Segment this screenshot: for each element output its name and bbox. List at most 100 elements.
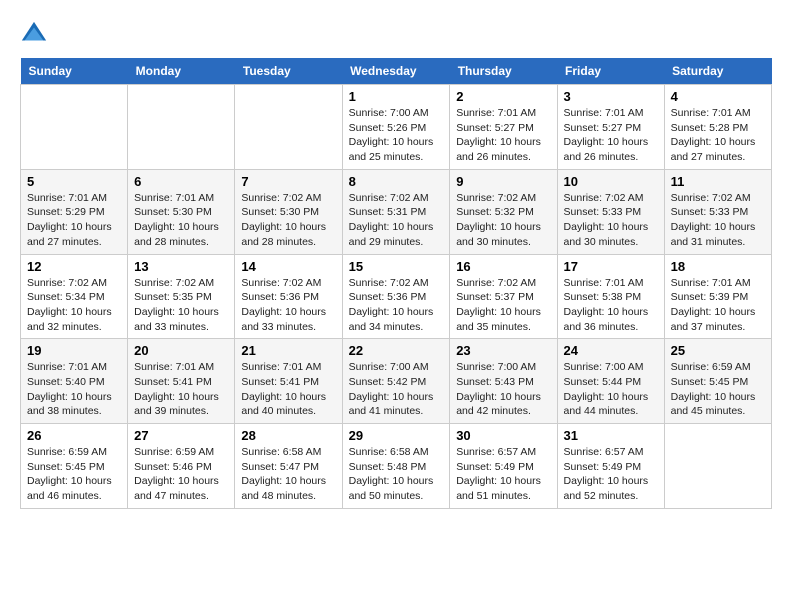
calendar-cell <box>21 85 128 170</box>
day-info: Sunrise: 6:59 AMSunset: 5:46 PMDaylight:… <box>134 445 228 504</box>
page-header <box>20 20 772 48</box>
day-info: Sunrise: 7:01 AMSunset: 5:38 PMDaylight:… <box>564 276 658 335</box>
day-info: Sunrise: 7:00 AMSunset: 5:44 PMDaylight:… <box>564 360 658 419</box>
day-info: Sunrise: 6:57 AMSunset: 5:49 PMDaylight:… <box>456 445 550 504</box>
logo <box>20 20 54 48</box>
calendar-cell: 15 Sunrise: 7:02 AMSunset: 5:36 PMDaylig… <box>342 254 450 339</box>
calendar-cell: 24 Sunrise: 7:00 AMSunset: 5:44 PMDaylig… <box>557 339 664 424</box>
day-number: 21 <box>241 343 335 358</box>
day-info: Sunrise: 7:00 AMSunset: 5:43 PMDaylight:… <box>456 360 550 419</box>
calendar-week-1: 1 Sunrise: 7:00 AMSunset: 5:26 PMDayligh… <box>21 85 772 170</box>
day-info: Sunrise: 7:02 AMSunset: 5:30 PMDaylight:… <box>241 191 335 250</box>
logo-icon <box>20 20 48 48</box>
calendar-cell: 25 Sunrise: 6:59 AMSunset: 5:45 PMDaylig… <box>664 339 771 424</box>
calendar-cell: 17 Sunrise: 7:01 AMSunset: 5:38 PMDaylig… <box>557 254 664 339</box>
calendar-week-4: 19 Sunrise: 7:01 AMSunset: 5:40 PMDaylig… <box>21 339 772 424</box>
day-number: 2 <box>456 89 550 104</box>
day-info: Sunrise: 7:02 AMSunset: 5:31 PMDaylight:… <box>349 191 444 250</box>
day-number: 8 <box>349 174 444 189</box>
calendar-cell: 11 Sunrise: 7:02 AMSunset: 5:33 PMDaylig… <box>664 169 771 254</box>
day-number: 28 <box>241 428 335 443</box>
day-info: Sunrise: 7:02 AMSunset: 5:37 PMDaylight:… <box>456 276 550 335</box>
calendar-week-2: 5 Sunrise: 7:01 AMSunset: 5:29 PMDayligh… <box>21 169 772 254</box>
calendar-cell: 8 Sunrise: 7:02 AMSunset: 5:31 PMDayligh… <box>342 169 450 254</box>
calendar-week-3: 12 Sunrise: 7:02 AMSunset: 5:34 PMDaylig… <box>21 254 772 339</box>
col-header-wednesday: Wednesday <box>342 58 450 85</box>
calendar-cell: 22 Sunrise: 7:00 AMSunset: 5:42 PMDaylig… <box>342 339 450 424</box>
day-number: 13 <box>134 259 228 274</box>
day-info: Sunrise: 7:01 AMSunset: 5:27 PMDaylight:… <box>564 106 658 165</box>
day-info: Sunrise: 7:01 AMSunset: 5:41 PMDaylight:… <box>241 360 335 419</box>
day-number: 15 <box>349 259 444 274</box>
day-number: 7 <box>241 174 335 189</box>
day-info: Sunrise: 6:59 AMSunset: 5:45 PMDaylight:… <box>27 445 121 504</box>
day-number: 3 <box>564 89 658 104</box>
day-info: Sunrise: 7:01 AMSunset: 5:41 PMDaylight:… <box>134 360 228 419</box>
day-info: Sunrise: 7:02 AMSunset: 5:35 PMDaylight:… <box>134 276 228 335</box>
col-header-monday: Monday <box>128 58 235 85</box>
day-info: Sunrise: 7:00 AMSunset: 5:26 PMDaylight:… <box>349 106 444 165</box>
day-number: 6 <box>134 174 228 189</box>
day-number: 16 <box>456 259 550 274</box>
day-info: Sunrise: 7:02 AMSunset: 5:32 PMDaylight:… <box>456 191 550 250</box>
day-number: 11 <box>671 174 765 189</box>
col-header-friday: Friday <box>557 58 664 85</box>
day-info: Sunrise: 6:58 AMSunset: 5:47 PMDaylight:… <box>241 445 335 504</box>
day-info: Sunrise: 7:01 AMSunset: 5:30 PMDaylight:… <box>134 191 228 250</box>
calendar-cell: 2 Sunrise: 7:01 AMSunset: 5:27 PMDayligh… <box>450 85 557 170</box>
day-number: 1 <box>349 89 444 104</box>
day-number: 10 <box>564 174 658 189</box>
day-number: 18 <box>671 259 765 274</box>
calendar-cell <box>128 85 235 170</box>
day-number: 19 <box>27 343 121 358</box>
calendar-cell: 19 Sunrise: 7:01 AMSunset: 5:40 PMDaylig… <box>21 339 128 424</box>
calendar-cell: 29 Sunrise: 6:58 AMSunset: 5:48 PMDaylig… <box>342 424 450 509</box>
day-info: Sunrise: 7:02 AMSunset: 5:36 PMDaylight:… <box>241 276 335 335</box>
calendar-cell: 12 Sunrise: 7:02 AMSunset: 5:34 PMDaylig… <box>21 254 128 339</box>
day-info: Sunrise: 6:57 AMSunset: 5:49 PMDaylight:… <box>564 445 658 504</box>
calendar-cell: 27 Sunrise: 6:59 AMSunset: 5:46 PMDaylig… <box>128 424 235 509</box>
day-info: Sunrise: 6:58 AMSunset: 5:48 PMDaylight:… <box>349 445 444 504</box>
day-info: Sunrise: 7:01 AMSunset: 5:29 PMDaylight:… <box>27 191 121 250</box>
day-info: Sunrise: 7:02 AMSunset: 5:33 PMDaylight:… <box>671 191 765 250</box>
calendar-header-row: SundayMondayTuesdayWednesdayThursdayFrid… <box>21 58 772 85</box>
col-header-tuesday: Tuesday <box>235 58 342 85</box>
day-info: Sunrise: 7:01 AMSunset: 5:39 PMDaylight:… <box>671 276 765 335</box>
calendar-cell: 10 Sunrise: 7:02 AMSunset: 5:33 PMDaylig… <box>557 169 664 254</box>
day-number: 4 <box>671 89 765 104</box>
day-info: Sunrise: 6:59 AMSunset: 5:45 PMDaylight:… <box>671 360 765 419</box>
col-header-sunday: Sunday <box>21 58 128 85</box>
day-info: Sunrise: 7:02 AMSunset: 5:36 PMDaylight:… <box>349 276 444 335</box>
day-number: 29 <box>349 428 444 443</box>
calendar-cell: 26 Sunrise: 6:59 AMSunset: 5:45 PMDaylig… <box>21 424 128 509</box>
day-number: 12 <box>27 259 121 274</box>
calendar-cell: 9 Sunrise: 7:02 AMSunset: 5:32 PMDayligh… <box>450 169 557 254</box>
day-number: 27 <box>134 428 228 443</box>
col-header-thursday: Thursday <box>450 58 557 85</box>
day-number: 30 <box>456 428 550 443</box>
calendar-cell: 28 Sunrise: 6:58 AMSunset: 5:47 PMDaylig… <box>235 424 342 509</box>
calendar-cell: 6 Sunrise: 7:01 AMSunset: 5:30 PMDayligh… <box>128 169 235 254</box>
calendar-cell: 4 Sunrise: 7:01 AMSunset: 5:28 PMDayligh… <box>664 85 771 170</box>
calendar-cell <box>664 424 771 509</box>
day-number: 26 <box>27 428 121 443</box>
day-number: 14 <box>241 259 335 274</box>
calendar-cell: 7 Sunrise: 7:02 AMSunset: 5:30 PMDayligh… <box>235 169 342 254</box>
day-info: Sunrise: 7:01 AMSunset: 5:40 PMDaylight:… <box>27 360 121 419</box>
calendar-cell: 14 Sunrise: 7:02 AMSunset: 5:36 PMDaylig… <box>235 254 342 339</box>
calendar-cell: 21 Sunrise: 7:01 AMSunset: 5:41 PMDaylig… <box>235 339 342 424</box>
calendar-cell: 20 Sunrise: 7:01 AMSunset: 5:41 PMDaylig… <box>128 339 235 424</box>
day-number: 25 <box>671 343 765 358</box>
day-info: Sunrise: 7:02 AMSunset: 5:34 PMDaylight:… <box>27 276 121 335</box>
day-number: 22 <box>349 343 444 358</box>
calendar-week-5: 26 Sunrise: 6:59 AMSunset: 5:45 PMDaylig… <box>21 424 772 509</box>
calendar-cell: 5 Sunrise: 7:01 AMSunset: 5:29 PMDayligh… <box>21 169 128 254</box>
calendar-table: SundayMondayTuesdayWednesdayThursdayFrid… <box>20 58 772 509</box>
day-info: Sunrise: 7:00 AMSunset: 5:42 PMDaylight:… <box>349 360 444 419</box>
day-number: 17 <box>564 259 658 274</box>
calendar-cell: 3 Sunrise: 7:01 AMSunset: 5:27 PMDayligh… <box>557 85 664 170</box>
day-number: 9 <box>456 174 550 189</box>
calendar-cell: 18 Sunrise: 7:01 AMSunset: 5:39 PMDaylig… <box>664 254 771 339</box>
calendar-cell <box>235 85 342 170</box>
day-number: 24 <box>564 343 658 358</box>
